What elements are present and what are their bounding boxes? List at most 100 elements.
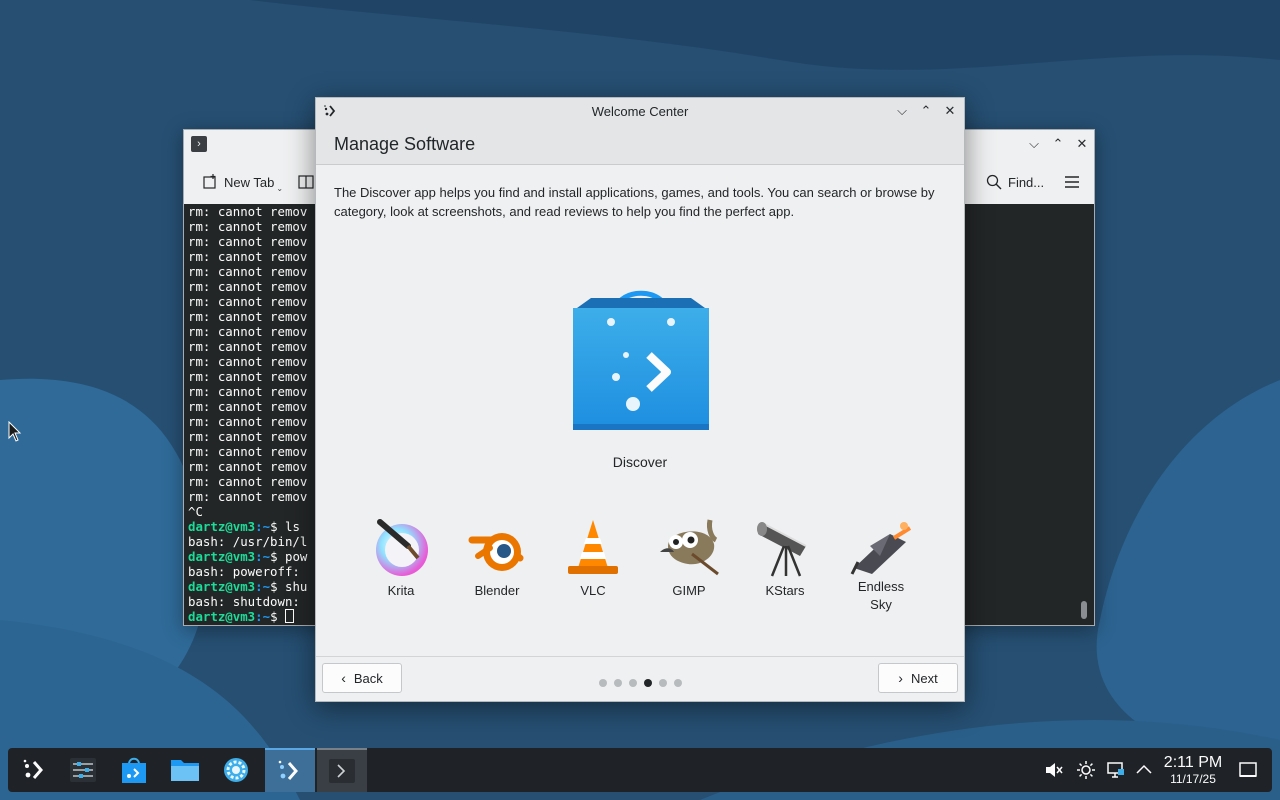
prompt-command: $ <box>270 609 285 624</box>
volume-muted-icon[interactable] <box>1044 760 1064 780</box>
app-tile-vlc[interactable]: VLC <box>553 516 633 600</box>
taskbar-discover[interactable] <box>109 748 159 792</box>
gimp-icon <box>660 519 719 576</box>
clock-date: 11/17/25 <box>1170 772 1216 786</box>
output-text: rm: cannot remov <box>188 219 308 234</box>
app-tile-endless-sky[interactable]: Endless Sky <box>841 516 921 614</box>
page-title: Manage Software <box>334 134 476 154</box>
output-text: rm: cannot remov <box>188 474 308 489</box>
prompt-command: $ pow <box>270 549 308 564</box>
prompt-user: dartz@vm3 <box>188 549 256 564</box>
output-text: rm: cannot remov <box>188 204 308 219</box>
taskbar-file-manager[interactable] <box>160 748 210 792</box>
prompt-path: :~ <box>255 609 271 624</box>
close-button[interactable]: ✕ <box>1074 136 1090 152</box>
next-label: Next <box>910 670 938 686</box>
output-text: bash: /usr/bin/l <box>188 534 308 549</box>
taskbar-konsole[interactable] <box>317 748 367 792</box>
output-text: rm: cannot remov <box>188 294 308 309</box>
page-dot[interactable] <box>673 678 682 687</box>
page-description: The Discover app helps you find and inst… <box>334 185 935 219</box>
app-name-krita: Krita <box>387 583 415 598</box>
page-dot[interactable] <box>643 678 652 687</box>
chevron-up-icon[interactable] <box>1134 760 1154 780</box>
welcome-center-window[interactable]: Welcome Center ⌵ ⌃ ✕ Manage Software The… <box>315 97 965 702</box>
clock-time: 2:11 PM <box>1163 754 1223 771</box>
welcome-center-icon <box>278 760 298 780</box>
network-wired-icon[interactable] <box>1106 760 1126 780</box>
brightness-icon[interactable] <box>1076 760 1096 780</box>
terminal-icon <box>329 759 355 783</box>
output-text: rm: cannot remov <box>188 369 308 384</box>
find-label: Find... <box>1008 174 1045 190</box>
discover-bag-icon[interactable] <box>571 280 711 432</box>
maximize-button[interactable]: ⌃ <box>1050 136 1066 152</box>
discover-icon <box>122 757 146 783</box>
split-view-button[interactable] <box>298 170 314 194</box>
new-tab-button[interactable]: New Tab ⌄ <box>202 170 287 194</box>
page-dot[interactable] <box>658 678 667 687</box>
show-desktop-icon[interactable] <box>1238 760 1258 780</box>
welcome-titlebar[interactable]: Welcome Center ⌵ ⌃ ✕ <box>316 98 964 125</box>
app-name-endless-sky: Endless Sky <box>857 579 905 612</box>
output-text: rm: cannot remov <box>188 249 308 264</box>
app-tile-blender[interactable]: Blender <box>457 516 537 600</box>
output-text: bash: poweroff: <box>188 564 300 579</box>
minimize-button[interactable]: ⌵ <box>894 103 910 119</box>
prompt-path: :~ <box>255 519 271 534</box>
search-icon <box>986 174 1002 190</box>
application-launcher-button[interactable] <box>10 748 60 792</box>
chevron-right-icon: › <box>898 670 903 686</box>
page-dot[interactable] <box>628 678 637 687</box>
output-text: rm: cannot remov <box>188 444 308 459</box>
taskbar-welcome-center[interactable] <box>265 748 315 792</box>
prompt-command: $ ls <box>270 519 300 534</box>
output-text: rm: cannot remov <box>188 309 308 324</box>
prompt-user: dartz@vm3 <box>188 579 256 594</box>
control-panel-icon <box>70 758 96 782</box>
hamburger-menu-button[interactable] <box>1064 170 1080 194</box>
taskbar-system-settings[interactable] <box>211 748 261 792</box>
prompt-path: :~ <box>255 549 271 564</box>
chevron-down-icon: ⌄ <box>276 183 284 193</box>
endless-sky-icon <box>850 522 912 575</box>
page-dot[interactable] <box>613 678 622 687</box>
output-text: rm: cannot remov <box>188 354 308 369</box>
output-text: bash: shutdown: <box>188 594 300 609</box>
new-tab-icon <box>203 174 216 189</box>
app-tile-kstars[interactable]: KStars <box>745 516 825 600</box>
gear-icon <box>224 758 248 782</box>
page-dot[interactable] <box>598 678 607 687</box>
output-text: rm: cannot remov <box>188 414 308 429</box>
mouse-pointer-icon <box>8 421 22 442</box>
page-content: The Discover app helps you find and inst… <box>316 165 964 657</box>
output-text: rm: cannot remov <box>188 459 308 474</box>
plasma-logo-icon <box>23 759 43 779</box>
output-text: rm: cannot remov <box>188 339 308 354</box>
split-view-icon <box>298 175 314 189</box>
output-text: rm: cannot remov <box>188 384 308 399</box>
maximize-button[interactable]: ⌃ <box>918 103 934 119</box>
find-button[interactable]: Find... <box>986 170 1044 194</box>
app-name-kstars: KStars <box>765 583 805 598</box>
next-button[interactable]: › Next <box>878 663 958 693</box>
prompt-path: :~ <box>255 579 271 594</box>
hamburger-icon <box>1065 176 1079 188</box>
taskbar-system-settings-mixer[interactable] <box>58 748 108 792</box>
krita-icon <box>376 519 428 576</box>
minimize-button[interactable]: ⌵ <box>1026 136 1042 152</box>
terminal-cursor <box>284 609 294 623</box>
app-tile-gimp[interactable]: GIMP <box>649 516 729 600</box>
output-text: rm: cannot remov <box>188 399 308 414</box>
kstars-icon <box>757 522 807 577</box>
terminal-scrollbar-handle[interactable] <box>1081 601 1087 619</box>
prompt-user: dartz@vm3 <box>188 519 256 534</box>
output-text: ^C <box>188 504 203 519</box>
close-button[interactable]: ✕ <box>942 103 958 119</box>
wizard-footer: ‹ Back › Next <box>316 656 964 701</box>
output-text: rm: cannot remov <box>188 264 308 279</box>
discover-label: Discover <box>612 454 668 470</box>
app-tile-krita[interactable]: Krita <box>361 516 441 600</box>
page-header: Manage Software <box>316 125 964 165</box>
digital-clock[interactable]: 2:11 PM 11/17/25 <box>1163 754 1223 786</box>
